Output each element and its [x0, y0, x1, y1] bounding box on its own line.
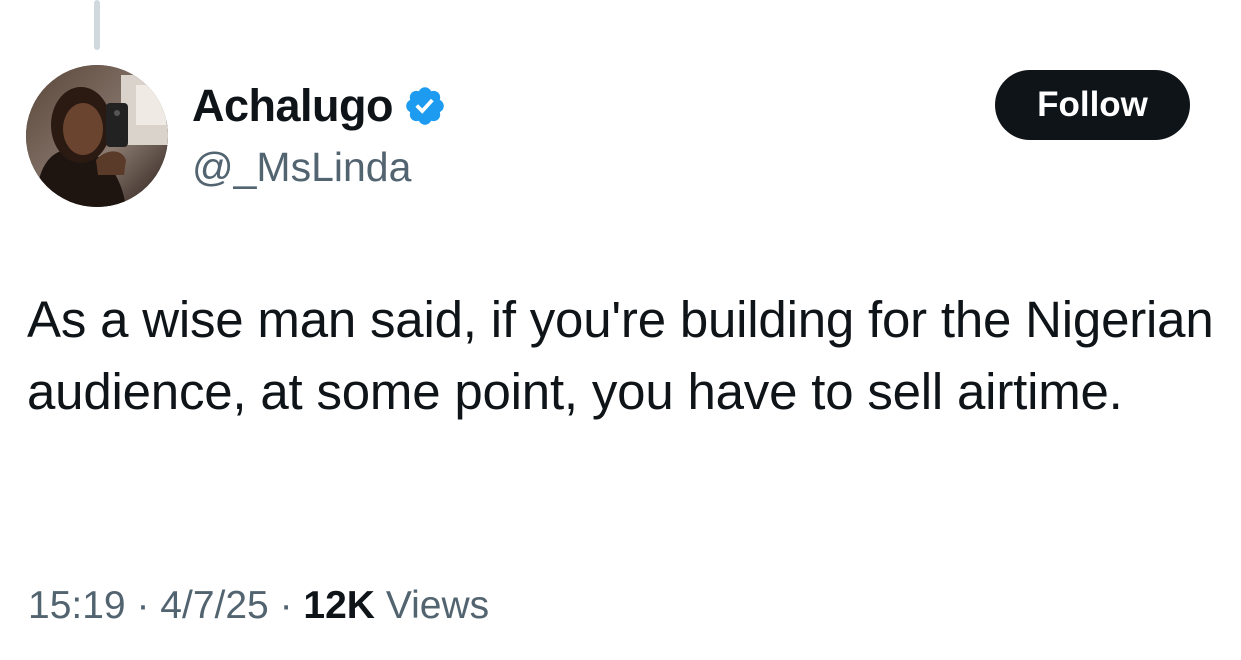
author-name-row[interactable]: Achalugo	[192, 78, 447, 134]
verified-badge-icon[interactable]	[403, 84, 447, 128]
views-count[interactable]: 12K	[303, 584, 375, 627]
separator: ·	[279, 584, 293, 627]
author-handle[interactable]: @_MsLinda	[192, 142, 411, 192]
follow-button[interactable]: Follow	[995, 70, 1190, 140]
separator: ·	[136, 584, 150, 627]
avatar[interactable]	[26, 65, 168, 207]
tweet-text: As a wise man said, if you're building f…	[27, 291, 1214, 420]
tweet-time[interactable]: 15:19	[28, 584, 126, 627]
tweet-metadata: 15:19 · 4/7/25 · 12K Views	[28, 578, 489, 634]
views-label: Views	[385, 584, 490, 627]
author-display-name[interactable]: Achalugo	[192, 78, 394, 134]
thread-connector-line	[94, 0, 100, 50]
profile-photo-icon	[26, 65, 168, 207]
tweet-date[interactable]: 4/7/25	[160, 584, 268, 627]
